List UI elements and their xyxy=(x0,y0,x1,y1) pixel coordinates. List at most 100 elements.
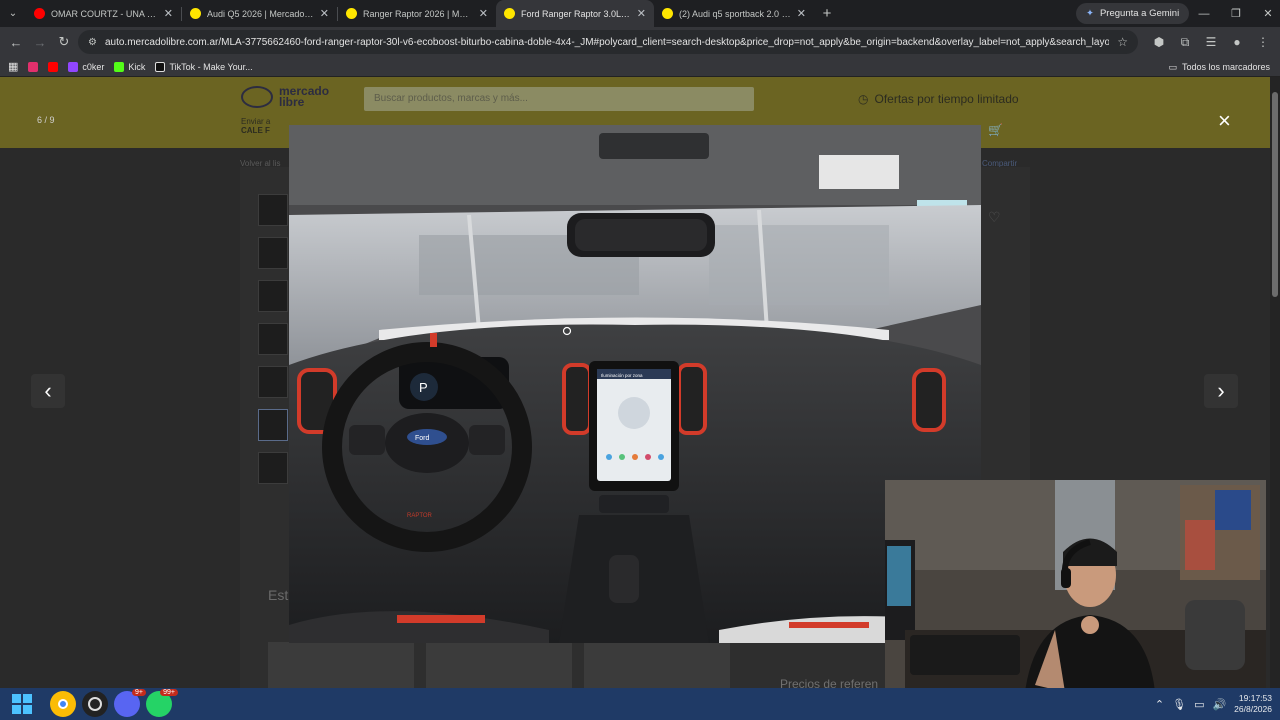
close-tab-icon[interactable]: ✕ xyxy=(479,7,488,20)
thumbnail[interactable] xyxy=(258,280,288,312)
related-card[interactable] xyxy=(268,642,414,688)
extensions-puzzle-icon[interactable]: ⧉ xyxy=(1174,35,1196,50)
ofertas-link[interactable]: ◷ Ofertas por tiempo limitado xyxy=(858,92,1019,106)
profile-avatar-icon[interactable]: ● xyxy=(1226,35,1248,49)
monitor-icon[interactable]: ▭ xyxy=(1194,698,1204,711)
tab-title: Ranger Raptor 2026 | Mercado xyxy=(363,8,473,19)
windows-start-icon[interactable] xyxy=(12,694,32,714)
clock-icon: ◷ xyxy=(858,92,869,106)
close-gallery-button[interactable]: × xyxy=(1218,108,1231,134)
close-tab-icon[interactable]: ✕ xyxy=(320,7,329,20)
obs-icon[interactable] xyxy=(82,691,108,717)
chrome-icon[interactable] xyxy=(50,691,76,717)
bookmarks-bar: ▦ c0ker Kick TikTok - Make Your... ▭ Tod… xyxy=(0,57,1280,77)
related-card[interactable] xyxy=(584,642,730,688)
tab-title: OMAR COURTZ - UNA NOTi (Vi xyxy=(51,8,158,19)
site-info-icon[interactable]: ⚙ xyxy=(88,37,97,48)
browser-tab[interactable]: OMAR COURTZ - UNA NOTi (Vi ✕ xyxy=(26,0,181,27)
forward-icon[interactable]: → xyxy=(28,35,52,50)
streamer-webcam-illustration xyxy=(885,480,1266,688)
gemini-button[interactable]: ✦ Pregunta a Gemini xyxy=(1076,3,1190,24)
gallery-photo[interactable]: P Iluminación por zona Ford RAPTOR xyxy=(289,125,981,643)
location-label: Enviar a xyxy=(241,117,271,126)
ford-badge: Ford xyxy=(415,435,430,442)
all-bookmarks-button[interactable]: ▭ Todos los marcadores xyxy=(1168,57,1270,77)
bookmark-label: c0ker xyxy=(82,61,105,72)
bookmark-tiktok[interactable]: TikTok - Make Your... xyxy=(155,61,253,72)
tab-title: (2) Audi q5 sportback 2.0 45 Tfs xyxy=(679,8,791,19)
bookmark-kick[interactable]: Kick xyxy=(114,61,145,72)
clock[interactable]: 19:17:53 26/8/2026 xyxy=(1234,693,1272,715)
close-tab-icon[interactable]: ✕ xyxy=(637,7,646,20)
search-input[interactable]: Buscar productos, marcas y más... xyxy=(364,87,754,111)
browser-tab[interactable]: (2) Audi q5 sportback 2.0 45 Tfs ✕ xyxy=(654,0,814,27)
bookmark-label: TikTok - Make Your... xyxy=(169,61,253,72)
kick-icon xyxy=(114,61,125,72)
favorite-heart-icon[interactable]: ♡ xyxy=(988,209,1001,226)
bookmark-instagram[interactable] xyxy=(28,61,39,72)
discord-icon[interactable]: 9+ xyxy=(114,689,146,717)
twitch-icon xyxy=(68,61,79,72)
browser-tab[interactable]: Ranger Raptor 2026 | Mercado ✕ xyxy=(338,0,496,27)
close-tab-icon[interactable]: ✕ xyxy=(797,7,806,20)
maximize-icon[interactable]: ❐ xyxy=(1220,7,1252,20)
microphone-icon[interactable]: 🎙 xyxy=(1172,698,1186,711)
window-controls: — ❐ ✕ xyxy=(1188,0,1280,27)
handshake-icon xyxy=(241,86,273,108)
location-value: CALE F xyxy=(241,126,270,135)
tab-search-button[interactable]: ⌄ xyxy=(0,0,26,27)
thumbnail[interactable] xyxy=(258,194,288,226)
related-cards xyxy=(268,642,730,688)
webcam-overlay xyxy=(885,480,1266,688)
thumbnail-selected[interactable] xyxy=(258,409,288,441)
address-bar[interactable]: ⚙ auto.mercadolibre.com.ar/MLA-377566246… xyxy=(78,30,1138,54)
scrollbar-thumb[interactable] xyxy=(1272,92,1278,297)
whatsapp-icon[interactable]: 99+ xyxy=(146,689,178,717)
related-card[interactable] xyxy=(426,642,572,688)
close-window-icon[interactable]: ✕ xyxy=(1252,7,1280,20)
mercadolibre-icon xyxy=(190,8,201,19)
tiktok-icon xyxy=(155,61,166,72)
back-icon[interactable]: ← xyxy=(4,35,28,50)
browser-tab[interactable]: Audi Q5 2026 | Mercado Libre A ✕ xyxy=(182,0,337,27)
logo-text-2: libre xyxy=(279,95,305,109)
next-image-button[interactable]: › xyxy=(1204,374,1238,408)
windows-taskbar: 9+ 99+ ⌃ 🎙 ▭ 🔊 19:17:53 26/8/2026 xyxy=(0,688,1280,720)
browser-toolbar: ← → ↻ ⚙ auto.mercadolibre.com.ar/MLA-377… xyxy=(0,27,1280,57)
extension-icon[interactable]: ⬢ xyxy=(1148,35,1170,49)
scrollbar[interactable] xyxy=(1270,77,1280,688)
gemini-icon: ✦ xyxy=(1086,8,1094,19)
ofertas-label: Ofertas por tiempo limitado xyxy=(874,92,1019,106)
thumbnail[interactable] xyxy=(258,237,288,269)
minimize-icon[interactable]: — xyxy=(1188,8,1220,20)
notification-badge: 9+ xyxy=(132,689,146,696)
bookmark-twitch[interactable]: c0ker xyxy=(68,61,105,72)
clock-date: 26/8/2026 xyxy=(1234,704,1272,714)
url-text[interactable]: auto.mercadolibre.com.ar/MLA-3775662460-… xyxy=(105,37,1109,48)
tab-title: Audi Q5 2026 | Mercado Libre A xyxy=(207,8,314,19)
browser-tab-active[interactable]: Ford Ranger Raptor 3.0L V6 Eco ✕ xyxy=(496,0,654,27)
prev-image-button[interactable]: ‹ xyxy=(31,374,65,408)
bookmark-star-icon[interactable]: ☆ xyxy=(1117,35,1138,49)
tab-strip: ⌄ OMAR COURTZ - UNA NOTi (Vi ✕ Audi Q5 2… xyxy=(0,0,1280,27)
new-tab-button[interactable]: + xyxy=(814,5,840,22)
reading-list-icon[interactable]: ☰ xyxy=(1200,35,1222,49)
thumbnail[interactable] xyxy=(258,323,288,355)
mercadolibre-icon xyxy=(504,8,515,19)
mercadolibre-logo[interactable]: mercado libre xyxy=(241,85,329,109)
reload-icon[interactable]: ↻ xyxy=(52,34,76,50)
chevron-up-icon[interactable]: ⌃ xyxy=(1155,698,1164,711)
tab-title: Ford Ranger Raptor 3.0L V6 Eco xyxy=(521,8,631,19)
bookmark-youtube[interactable] xyxy=(48,61,59,72)
thumbnail[interactable] xyxy=(258,452,288,484)
close-tab-icon[interactable]: ✕ xyxy=(164,7,173,20)
location-selector[interactable]: Enviar a CALE F xyxy=(241,117,270,135)
page-content: mercado libre Buscar productos, marcas y … xyxy=(0,77,1280,688)
system-tray: ⌃ 🎙 ▭ 🔊 19:17:53 26/8/2026 xyxy=(1155,688,1272,720)
youtube-icon xyxy=(48,61,59,72)
thumbnail[interactable] xyxy=(258,366,288,398)
cart-icon[interactable]: 🛒 xyxy=(988,123,1003,137)
apps-grid-icon[interactable]: ▦ xyxy=(8,60,18,73)
more-menu-icon[interactable]: ⋮ xyxy=(1252,35,1274,49)
speaker-icon[interactable]: 🔊 xyxy=(1212,698,1226,711)
